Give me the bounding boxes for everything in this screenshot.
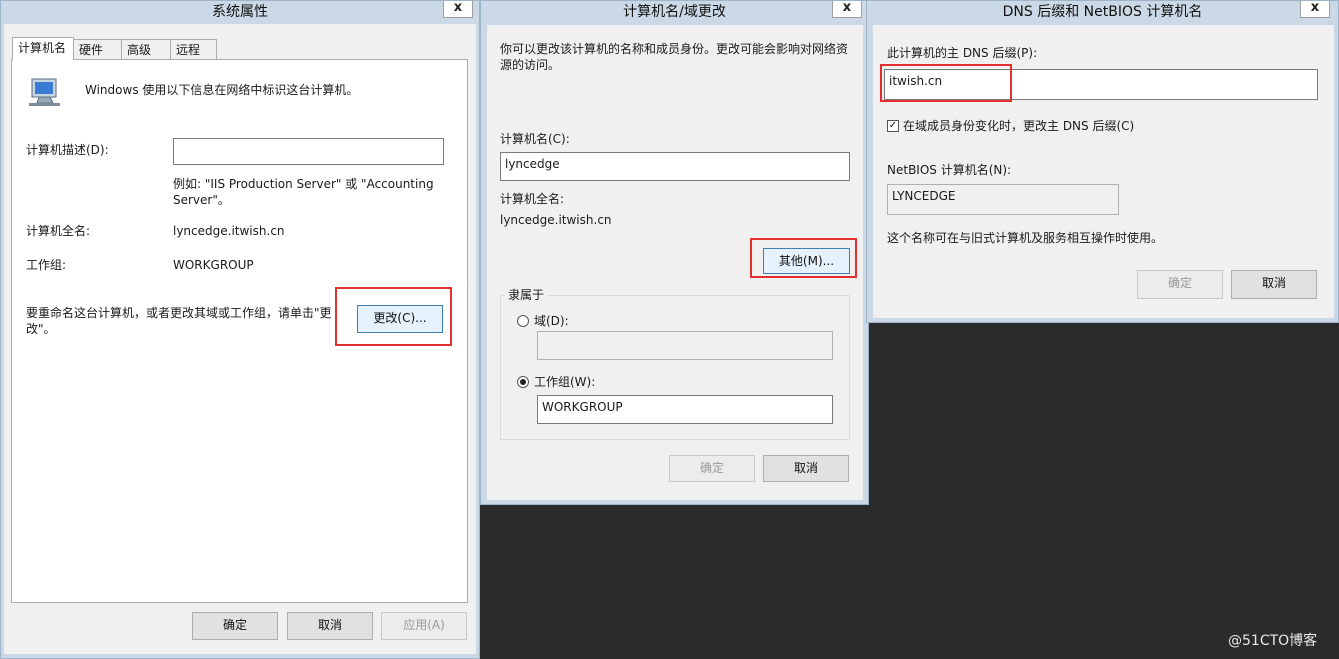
window-title: 系统属性 <box>212 4 268 20</box>
watermark: @51CTO博客 <box>1228 633 1318 649</box>
tab-panel: Windows 使用以下信息在网络中标识这台计算机。 计算机描述(D): 例如:… <box>11 59 468 603</box>
title-bar[interactable]: 计算机名/域更改 x <box>481 1 868 23</box>
netbios-name-label: NetBIOS 计算机名(N): <box>887 163 1012 177</box>
ok-button[interactable]: 确定 <box>192 612 278 640</box>
close-button[interactable]: x <box>443 1 473 18</box>
workgroup-value: WORKGROUP <box>173 258 254 272</box>
member-of-label: 隶属于 <box>505 288 548 302</box>
workgroup-input[interactable]: WORKGROUP <box>537 395 833 424</box>
interop-text: 这个名称可在与旧式计算机及服务相互操作时使用。 <box>887 231 1164 245</box>
tab-hardware[interactable]: 硬件 <box>73 39 122 60</box>
close-button[interactable]: x <box>1300 1 1330 18</box>
computer-description-label: 计算机描述(D): <box>26 143 109 157</box>
workgroup-label: 工作组: <box>26 258 67 272</box>
cancel-button[interactable]: 取消 <box>1231 270 1317 299</box>
workgroup-radio[interactable] <box>517 376 529 388</box>
domain-input[interactable] <box>537 331 833 360</box>
change-button[interactable]: 更改(C)... <box>357 305 443 333</box>
title-bar[interactable]: DNS 后缀和 NetBIOS 计算机名 x <box>867 1 1338 23</box>
full-computer-name-label: 计算机全名: <box>26 224 91 238</box>
netbios-name-input[interactable]: LYNCEDGE <box>887 184 1119 215</box>
workgroup-label: 工作组(W): <box>534 375 596 389</box>
change-suffix-checkbox[interactable]: ✓ <box>887 120 899 132</box>
dialog-body: 计算机名 硬件 高级 远程 Windows 使用以下信息在网络中标识这台计算机。… <box>4 24 476 654</box>
close-button[interactable]: x <box>832 1 862 18</box>
tab-computer-name[interactable]: 计算机名 <box>12 37 74 60</box>
tab-remote[interactable]: 远程 <box>170 39 217 60</box>
ok-button[interactable]: 确定 <box>669 455 755 482</box>
cancel-button[interactable]: 取消 <box>763 455 849 482</box>
ok-button[interactable]: 确定 <box>1137 270 1223 299</box>
dialog-body: 此计算机的主 DNS 后缀(P): itwish.cn ✓ 在域成员身份变化时，… <box>873 25 1334 318</box>
intro-text: Windows 使用以下信息在网络中标识这台计算机。 <box>85 83 359 97</box>
apply-button[interactable]: 应用(A) <box>381 612 467 640</box>
cancel-button[interactable]: 取消 <box>287 612 373 640</box>
full-computer-name-label: 计算机全名: <box>500 192 565 206</box>
window-title: DNS 后缀和 NetBIOS 计算机名 <box>1002 4 1203 20</box>
example-text: 例如: "IIS Production Server" 或 "Accountin… <box>173 177 434 207</box>
dns-suffix-input[interactable]: itwish.cn <box>884 69 1318 100</box>
change-suffix-label: 在域成员身份变化时，更改主 DNS 后缀(C) <box>903 119 1135 133</box>
title-bar[interactable]: 系统属性 x <box>1 1 479 23</box>
dns-suffix-netbios-window: DNS 后缀和 NetBIOS 计算机名 x 此计算机的主 DNS 后缀(P):… <box>866 0 1339 323</box>
system-properties-window: 系统属性 x 计算机名 硬件 高级 远程 Windows 使用以下信息在网络中标… <box>0 0 480 659</box>
domain-radio[interactable] <box>517 315 529 327</box>
dns-suffix-label: 此计算机的主 DNS 后缀(P): <box>887 46 1038 60</box>
intro-text: 你可以更改该计算机的名称和成员身份。更改可能会影响对网络资源的访问。 <box>500 42 849 72</box>
computer-name-input[interactable]: lyncedge <box>500 152 850 181</box>
computer-name-label: 计算机名(C): <box>500 132 570 146</box>
computer-icon <box>29 77 61 107</box>
domain-label: 域(D): <box>534 314 569 328</box>
computer-description-input[interactable] <box>173 138 444 165</box>
dialog-body: 你可以更改该计算机的名称和成员身份。更改可能会影响对网络资源的访问。 计算机名(… <box>487 25 863 500</box>
window-title: 计算机名/域更改 <box>623 4 726 20</box>
computer-name-domain-changes-window: 计算机名/域更改 x 你可以更改该计算机的名称和成员身份。更改可能会影响对网络资… <box>480 0 869 505</box>
more-button[interactable]: 其他(M)... <box>763 248 850 274</box>
full-computer-name-value: lyncedge.itwish.cn <box>173 224 285 238</box>
full-computer-name-value: lyncedge.itwish.cn <box>500 213 612 227</box>
rename-instructions: 要重命名这台计算机，或者更改其域或工作组，请单击"更改"。 <box>26 306 332 336</box>
tab-advanced[interactable]: 高级 <box>121 39 171 60</box>
